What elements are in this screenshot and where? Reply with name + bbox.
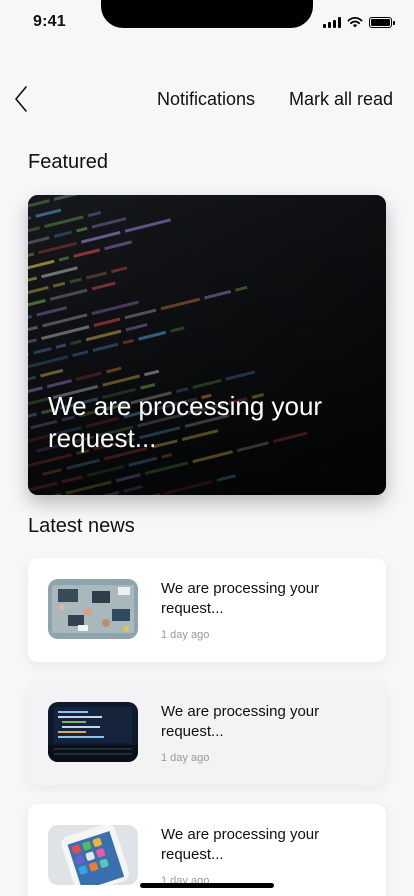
status-icons [323, 16, 395, 28]
featured-section-title: Featured [28, 151, 109, 173]
news-thumbnail [48, 702, 138, 762]
news-thumbnail [48, 825, 138, 885]
cellular-signal-icon [323, 16, 341, 28]
news-title: We are processing your request... [161, 703, 320, 740]
news-item[interactable]: We are processing your request... 1 day … [28, 681, 386, 785]
battery-icon [369, 16, 395, 28]
featured-card-text: We are processing your request... [48, 391, 323, 453]
home-indicator [140, 883, 274, 888]
news-title: We are processing your request... [161, 826, 320, 863]
status-time: 9:41 [33, 13, 66, 30]
device-notch [101, 0, 313, 28]
latest-news-section-title: Latest news [28, 515, 135, 537]
news-item[interactable]: We are processing your request... 1 day … [28, 558, 386, 662]
news-thumbnail [48, 579, 138, 639]
wifi-icon [347, 16, 363, 28]
news-title: We are processing your request... [161, 580, 320, 617]
mark-all-read-button[interactable]: Mark all read [289, 89, 393, 110]
news-timestamp: 1 day ago [161, 752, 210, 764]
nav-header: Notifications Mark all read [0, 80, 414, 120]
featured-card[interactable]: We are processing your request... [28, 195, 386, 495]
status-bar: 9:41 [0, 0, 414, 44]
page-title: Notifications [157, 89, 256, 109]
chevron-left-icon[interactable] [12, 84, 32, 114]
news-timestamp: 1 day ago [161, 629, 210, 641]
